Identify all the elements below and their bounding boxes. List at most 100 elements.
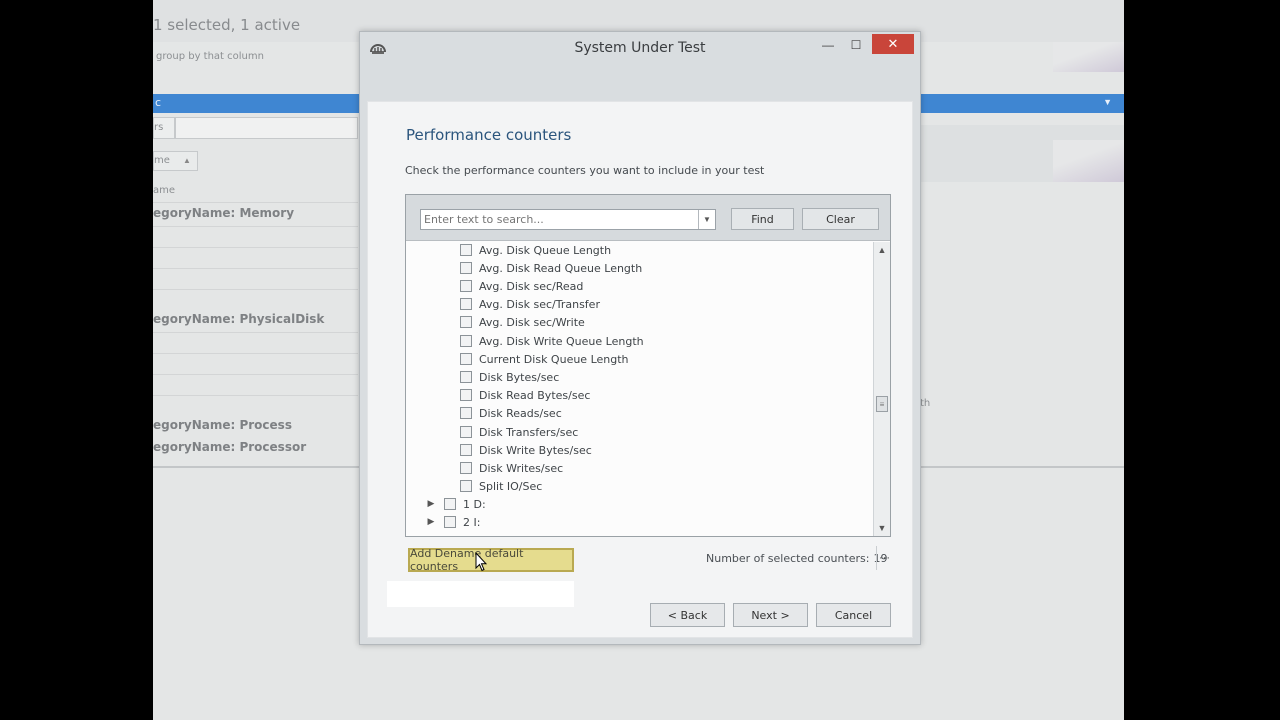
bg-right-fragment: th: [920, 398, 931, 409]
search-toolbar: ▼ Find Clear: [406, 195, 890, 241]
tree-item-counter[interactable]: Disk Write Bytes/sec: [460, 441, 592, 459]
bg-divider: [153, 226, 358, 227]
maximize-icon: ☐: [850, 38, 862, 52]
counter-label: Split IO/Sec: [479, 479, 543, 493]
tree-item-counter[interactable]: Current Disk Queue Length: [460, 350, 629, 368]
selected-counters-label: Number of selected counters:: [706, 552, 870, 565]
tree-item-counter[interactable]: Disk Read Bytes/sec: [460, 386, 590, 404]
tree-scrollbar[interactable]: ▲ ≡ ▼: [873, 242, 890, 536]
tree-item-instance[interactable]: ▶ 1 D:: [426, 495, 486, 513]
back-button[interactable]: < Back: [650, 603, 725, 627]
tree-item-counter[interactable]: Disk Writes/sec: [460, 459, 563, 477]
blank-panel: [387, 581, 574, 607]
scroll-thumb[interactable]: ≡: [876, 396, 888, 412]
counter-label: Disk Transfers/sec: [479, 425, 579, 439]
counter-checkbox[interactable]: [460, 371, 472, 383]
tree-item-counter[interactable]: Split IO/Sec: [460, 477, 542, 495]
counter-checkbox[interactable]: [460, 407, 472, 419]
search-dropdown-button[interactable]: ▼: [698, 210, 715, 229]
counter-checkbox[interactable]: [460, 280, 472, 292]
tree-item-counter[interactable]: Disk Bytes/sec: [460, 368, 559, 386]
tree-item-counter[interactable]: Disk Transfers/sec: [460, 423, 578, 441]
counter-checkbox[interactable]: [460, 462, 472, 474]
scroll-down-icon[interactable]: ▼: [874, 520, 890, 536]
bg-selected-row-right[interactable]: ▼: [920, 94, 1124, 113]
next-button[interactable]: Next >: [733, 603, 808, 627]
bg-dropdown-icon: ▼: [1103, 97, 1112, 107]
counter-checkbox[interactable]: [460, 298, 472, 310]
wizard-page: Performance counters Check the performan…: [367, 101, 913, 638]
cancel-button[interactable]: Cancel: [816, 603, 891, 627]
counter-checkbox[interactable]: [460, 262, 472, 274]
counter-checkbox[interactable]: [460, 444, 472, 456]
bg-divider: [153, 289, 358, 290]
counter-checkbox[interactable]: [460, 335, 472, 347]
bg-divider: [153, 202, 358, 203]
counter-label: Avg. Disk Write Queue Length: [479, 334, 644, 348]
bg-category-memory: egoryName: Memory: [153, 206, 295, 220]
page-instructions: Check the performance counters you want …: [405, 164, 765, 177]
bg-column-header: ame: [153, 185, 176, 196]
chevron-down-icon: ▼: [703, 215, 711, 224]
bg-decoration: [1053, 42, 1124, 72]
instance-checkbox[interactable]: [444, 498, 456, 510]
tree-item-counter[interactable]: Avg. Disk sec/Write: [460, 313, 585, 331]
bg-divider: [153, 247, 358, 248]
sort-arrow-icon: ▲: [183, 156, 191, 165]
counter-checkbox[interactable]: [460, 480, 472, 492]
dialog-titlebar[interactable]: System Under Test — ☐ ✕: [360, 32, 920, 68]
page-title: Performance counters: [406, 126, 572, 144]
bg-category-physicaldisk: egoryName: PhysicalDisk: [153, 312, 325, 326]
bg-category-processor: egoryName: Processor: [153, 440, 307, 454]
bg-decoration: [1053, 140, 1124, 182]
counter-label: Disk Write Bytes/sec: [479, 443, 592, 457]
instance-label: 2 I:: [463, 515, 481, 529]
tree-item-counter[interactable]: Avg. Disk Write Queue Length: [460, 332, 644, 350]
system-under-test-dialog: System Under Test — ☐ ✕ Performance coun…: [359, 31, 921, 645]
maximize-button[interactable]: ☐: [846, 36, 866, 54]
expand-arrow-icon[interactable]: ▶: [426, 499, 436, 509]
counter-label: Avg. Disk Read Queue Length: [479, 261, 643, 275]
counter-checkbox[interactable]: [460, 244, 472, 256]
close-button[interactable]: ✕: [872, 34, 914, 54]
bg-category-process: egoryName: Process: [153, 418, 292, 432]
counter-label: Avg. Disk sec/Read: [479, 279, 584, 293]
expand-arrow-icon[interactable]: ▶: [426, 517, 436, 527]
counter-label: Current Disk Queue Length: [479, 352, 629, 366]
add-default-counters-button[interactable]: Add Dename default counters: [408, 547, 574, 573]
minimize-button[interactable]: —: [818, 36, 838, 54]
tree-item-counter[interactable]: Avg. Disk sec/Read: [460, 277, 583, 295]
search-input[interactable]: [421, 210, 698, 229]
bg-divider: [153, 374, 358, 375]
counter-label: Disk Bytes/sec: [479, 370, 560, 384]
instance-label: 1 D:: [463, 497, 486, 511]
instance-checkbox[interactable]: [444, 516, 456, 528]
counter-label: Disk Writes/sec: [479, 461, 564, 475]
tree-item-instance[interactable]: ▶ 2 I:: [426, 513, 481, 531]
tree-item-counter[interactable]: Disk Reads/sec: [460, 404, 562, 422]
counter-label: Disk Reads/sec: [479, 406, 562, 420]
bg-tab-strip: [175, 117, 358, 139]
search-combobox[interactable]: ▼: [420, 209, 716, 230]
tree-item-counter[interactable]: Avg. Disk Read Queue Length: [460, 259, 642, 277]
bg-selection-status: 1 selected, 1 active: [153, 16, 301, 34]
counter-checkbox[interactable]: [460, 389, 472, 401]
counter-label: Avg. Disk Queue Length: [479, 243, 612, 257]
clear-button[interactable]: Clear: [802, 208, 879, 230]
find-button[interactable]: Find: [731, 208, 794, 230]
bg-tab[interactable]: rs: [153, 117, 175, 139]
counter-label: Avg. Disk sec/Transfer: [479, 297, 600, 311]
counter-checkbox[interactable]: [460, 316, 472, 328]
counter-checkbox[interactable]: [460, 426, 472, 438]
more-options-button[interactable]: ···: [876, 546, 892, 570]
bg-divider: [153, 353, 358, 354]
bg-sort-button[interactable]: me ▲: [153, 151, 198, 171]
tree-item-counter[interactable]: Avg. Disk Queue Length: [460, 242, 611, 259]
counter-tree-panel: ▼ Find Clear Avg. Disk Queue Length Avg.…: [405, 194, 891, 537]
tree-item-counter[interactable]: Avg. Disk sec/Transfer: [460, 295, 600, 313]
bg-group-hint: group by that column: [156, 51, 264, 62]
scroll-up-icon[interactable]: ▲: [874, 242, 890, 258]
close-icon: ✕: [887, 36, 899, 51]
bg-selected-row[interactable]: c: [153, 94, 360, 113]
counter-checkbox[interactable]: [460, 353, 472, 365]
